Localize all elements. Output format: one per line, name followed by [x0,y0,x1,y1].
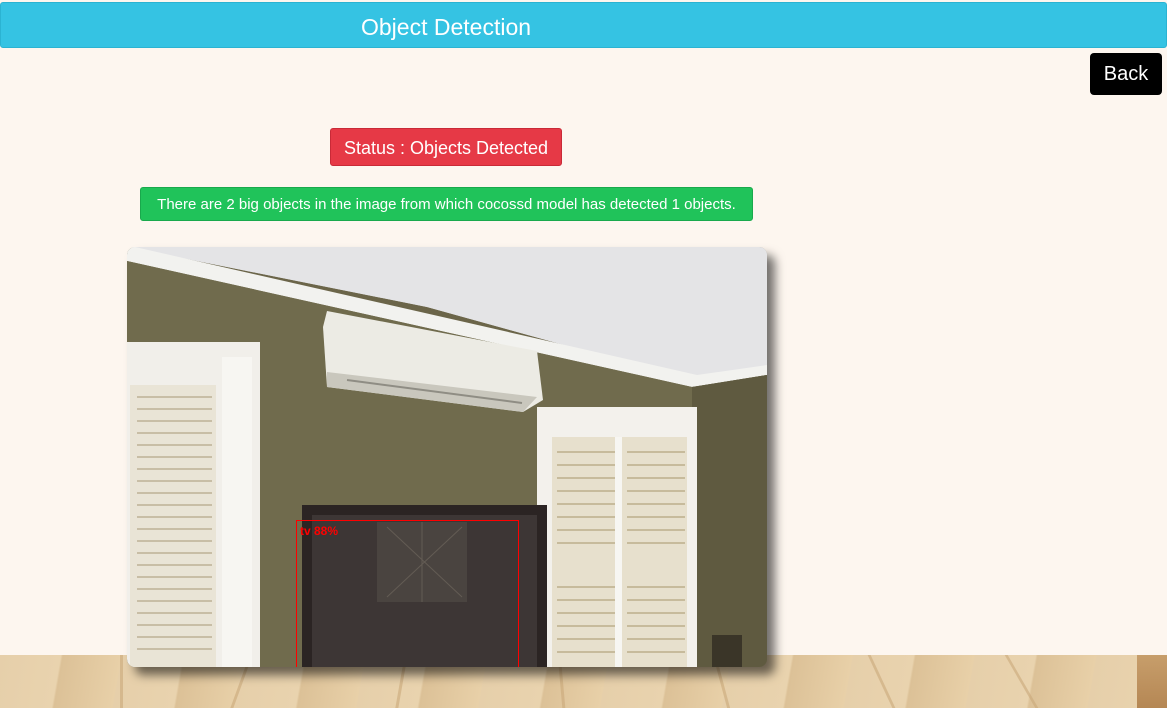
analyzed-image: tv 88% [127,247,767,667]
detection-bounding-box: tv 88% [296,520,519,667]
detection-info-alert: There are 2 big objects in the image fro… [140,187,753,221]
back-button[interactable]: Back [1090,53,1162,95]
furniture-leg [1137,655,1167,708]
detection-label: tv 88% [300,524,339,538]
app-header: Object Detection [0,2,1167,48]
page-title: Object Detection [361,14,532,40]
status-badge: Status : Objects Detected [330,128,562,166]
